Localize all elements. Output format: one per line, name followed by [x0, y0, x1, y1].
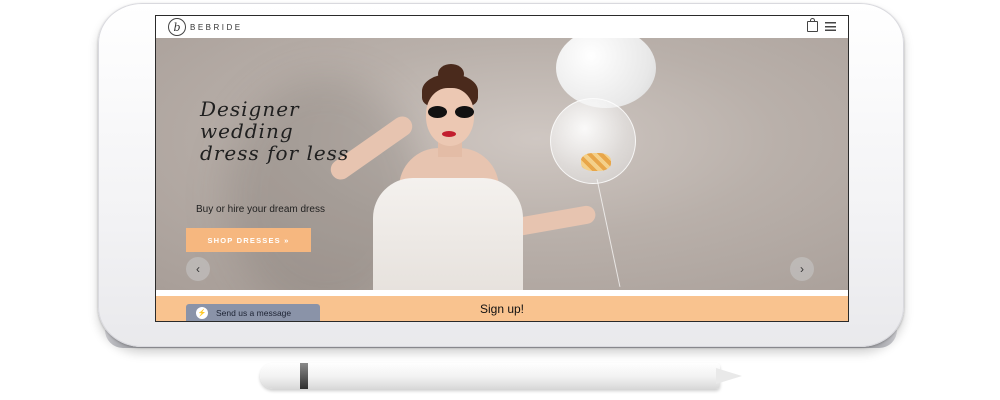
clear-balloon [550, 98, 636, 184]
model-lips [442, 131, 456, 137]
send-message-label: Send us a message [216, 307, 292, 318]
model-hair-bun [438, 64, 464, 84]
tablet-device: b BEBRIDE Designer wedding dress for les… [98, 3, 904, 347]
sunglasses [428, 106, 474, 118]
carousel-prev-button[interactable]: ‹ [186, 257, 210, 281]
site-header: b BEBRIDE [156, 16, 848, 39]
carousel-next-button[interactable]: › [790, 257, 814, 281]
signup-label: Sign up! [479, 301, 525, 316]
shop-dresses-button[interactable]: SHOP DRESSES » [186, 228, 311, 252]
hero-headline: Designer wedding dress for less [200, 97, 350, 165]
balloon-string [596, 179, 621, 287]
chevron-right-icon: › [800, 262, 804, 276]
hero-subtitle: Buy or hire your dream dress [196, 204, 325, 215]
pencil-band [300, 363, 308, 389]
bag-icon[interactable] [807, 18, 818, 32]
white-balloon [556, 38, 656, 108]
model-dress [373, 178, 523, 290]
logo-text: BEBRIDE [190, 22, 243, 32]
hero-banner: Designer wedding dress for less Buy or h… [156, 38, 848, 290]
logo-mark: b [168, 18, 186, 36]
stylus-pencil [260, 363, 720, 389]
confetti [581, 153, 611, 171]
chevron-left-icon: ‹ [196, 262, 200, 276]
tablet-screen: b BEBRIDE Designer wedding dress for les… [155, 15, 849, 322]
brand-logo[interactable]: b BEBRIDE [168, 18, 243, 36]
menu-icon[interactable] [825, 22, 836, 31]
messenger-icon: ⚡ [196, 306, 208, 319]
send-message-button[interactable]: ⚡ Send us a message [186, 304, 320, 321]
pencil-tip [716, 368, 742, 384]
